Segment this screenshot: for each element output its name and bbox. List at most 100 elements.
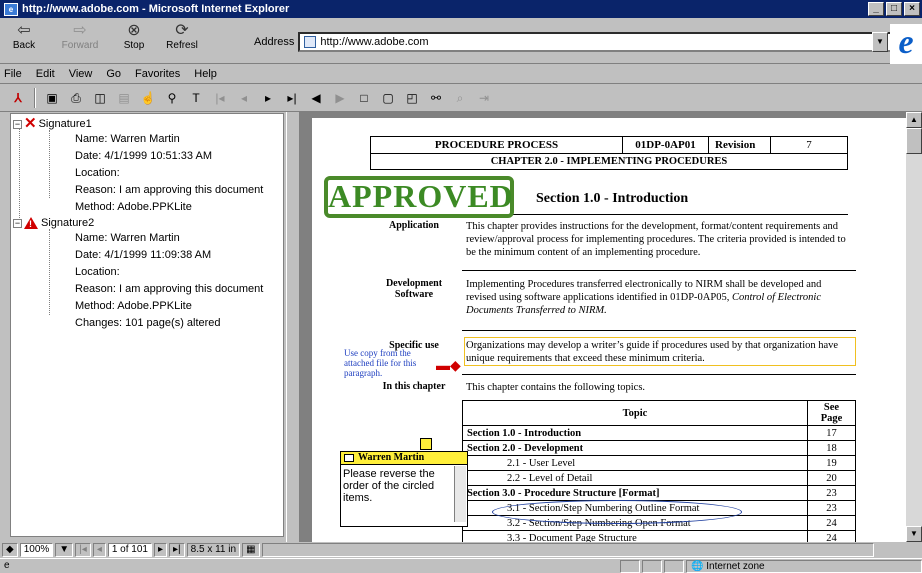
signature-detail: Name: Warren Martin <box>75 133 180 145</box>
section-title: Section 1.0 - Introduction <box>536 191 689 206</box>
rule <box>462 270 856 271</box>
invalid-signature-icon: ✕ <box>24 115 37 132</box>
print-icon[interactable]: ⎙ <box>66 88 86 108</box>
fit-page-icon[interactable]: ▢ <box>378 88 398 108</box>
chapter-cell: CHAPTER 2.0 - IMPLEMENTING PROCEDURES <box>370 153 848 170</box>
address-label: Address <box>254 36 295 48</box>
refresh-icon: ⟳ <box>175 22 189 39</box>
table-row: Section 2.0 - Development 18 <box>462 440 856 456</box>
collapse-icon[interactable]: − <box>13 119 22 129</box>
close-button[interactable]: × <box>904 2 920 16</box>
zoom-dropdown[interactable]: ▼ <box>55 543 74 557</box>
development-label: Development Software <box>385 278 443 300</box>
hand-tool-icon[interactable]: ☝ <box>138 88 158 108</box>
scroll-up-button[interactable]: ▲ <box>906 112 922 128</box>
back-button[interactable]: ⇦ Back <box>2 22 46 51</box>
actual-size-icon[interactable]: □ <box>354 88 374 108</box>
go-back-icon[interactable]: ◀ <box>306 88 326 108</box>
pin-annotation-icon[interactable]: ▬◆ <box>436 358 461 375</box>
menu-file[interactable]: File <box>4 68 22 80</box>
next-page-icon[interactable]: ▸ <box>258 88 278 108</box>
forward-button[interactable]: ⇨ Forward <box>58 22 102 51</box>
note-scrollbar[interactable] <box>454 466 466 522</box>
acrobat-logo-icon: ⅄ <box>14 90 22 105</box>
topic-header: Topic <box>462 400 808 426</box>
zoom-field[interactable]: 100% <box>19 543 54 557</box>
horizontal-scrollbar[interactable] <box>261 543 874 557</box>
table-row: Section 1.0 - Introduction 17 <box>462 425 856 441</box>
layout-icon[interactable]: ▦ <box>242 543 260 557</box>
forward-arrow-icon: ⇨ <box>73 22 87 39</box>
tree-line <box>49 229 50 315</box>
maximize-button[interactable]: □ <box>886 2 902 16</box>
menu-bar: File Edit View Go Favorites Help <box>0 64 922 84</box>
menu-help[interactable]: Help <box>194 68 217 80</box>
find-icon[interactable]: ⚯ <box>426 88 446 108</box>
revision-cell: 7 <box>770 136 848 154</box>
signature1-node[interactable]: − ✕ Signature1 <box>13 115 92 132</box>
save-icon[interactable]: ▣ <box>42 88 62 108</box>
stop-button[interactable]: ⊗ Stop <box>112 22 156 51</box>
address-input[interactable]: http://www.adobe.com <box>298 32 922 52</box>
address-bar: Address http://www.adobe.com <box>254 32 922 52</box>
signature-detail: Location: <box>75 266 120 278</box>
signature-detail: Method: Adobe.PPKLite <box>75 300 192 312</box>
circle-annotation[interactable] <box>492 500 742 524</box>
approved-stamp[interactable]: APPROVED <box>324 176 514 218</box>
signature-detail: Method: Adobe.PPKLite <box>75 201 192 213</box>
table-row: 3.3 - Document Page Structure 24 <box>462 530 856 542</box>
tree-line <box>19 126 20 218</box>
signature-detail: Changes: 101 page(s) altered <box>75 317 221 329</box>
web-search-icon[interactable]: ⌕ <box>450 88 470 108</box>
specific-use-text: Organizations may develop a writer’s gui… <box>466 340 839 364</box>
go-forward-icon[interactable]: ▶ <box>330 88 350 108</box>
page-field[interactable]: 1 of 101 <box>107 543 152 557</box>
stop-icon: ⊗ <box>127 22 141 39</box>
collapse-icon[interactable]: − <box>13 218 22 228</box>
ie-logo-icon: e <box>890 24 922 64</box>
first-page-icon[interactable]: |◂ <box>210 88 230 108</box>
signature-detail: Reason: I am approving this document <box>75 283 264 295</box>
table-row: Section 3.0 - Procedure Structure [Forma… <box>462 485 856 501</box>
refresh-button[interactable]: ⟳ Refresl <box>160 22 204 51</box>
minimize-button[interactable]: _ <box>868 2 884 16</box>
scroll-thumb[interactable] <box>906 128 922 154</box>
page-header: See Page <box>807 400 856 426</box>
menu-favorites[interactable]: Favorites <box>135 68 180 80</box>
text-select-icon[interactable]: T <box>186 88 206 108</box>
show-pane-icon[interactable]: ◫ <box>90 88 110 108</box>
menu-view[interactable]: View <box>69 68 93 80</box>
last-page-button[interactable]: ▸| <box>169 543 185 557</box>
next-page-button[interactable]: ▸ <box>154 543 168 557</box>
previous-page-icon[interactable]: ◂ <box>234 88 254 108</box>
zoom-tool-icon[interactable]: ⚲ <box>162 88 182 108</box>
signature-detail: Reason: I am approving this document <box>75 184 264 196</box>
address-dropdown-button[interactable]: ▼ <box>872 32 888 52</box>
scroll-down-button[interactable]: ▼ <box>906 526 922 542</box>
signature-detail: Name: Warren Martin <box>75 232 180 244</box>
status-cell <box>642 560 662 573</box>
last-page-icon[interactable]: ▸| <box>282 88 302 108</box>
note-header: Warren Martin <box>341 452 467 465</box>
note-text[interactable]: Please reverse the order of the circled … <box>343 468 451 504</box>
thumbnails-icon[interactable]: ▤ <box>114 88 134 108</box>
globe-icon: 🌐 <box>691 561 704 572</box>
ie-toolbar: ⇦ Back ⇨ Forward ⊗ Stop ⟳ Refresl Addres… <box>0 18 922 64</box>
signature2-node[interactable]: − Signature2 <box>13 217 94 229</box>
pane-toggle-icon[interactable]: ◆ <box>2 543 18 557</box>
note-close-icon[interactable] <box>344 454 354 462</box>
menu-go[interactable]: Go <box>106 68 121 80</box>
first-page-button[interactable]: |◂ <box>75 543 91 557</box>
menu-edit[interactable]: Edit <box>36 68 55 80</box>
page-size: 8.5 x 11 in <box>186 543 241 557</box>
status-cell <box>620 560 640 573</box>
prev-page-button[interactable]: ◂ <box>92 543 106 557</box>
web-link-icon[interactable]: ⇥ <box>474 88 494 108</box>
process-cell: PROCEDURE PROCESS <box>370 136 623 154</box>
note-popup[interactable]: Warren Martin Please reverse the order o… <box>340 451 468 527</box>
pane-splitter[interactable] <box>286 112 300 542</box>
document-scrollbar[interactable]: ▲ ▼ <box>906 112 922 542</box>
ie-status-icon: e <box>4 560 10 571</box>
fit-width-icon[interactable]: ◰ <box>402 88 422 108</box>
note-icon[interactable] <box>420 438 432 450</box>
